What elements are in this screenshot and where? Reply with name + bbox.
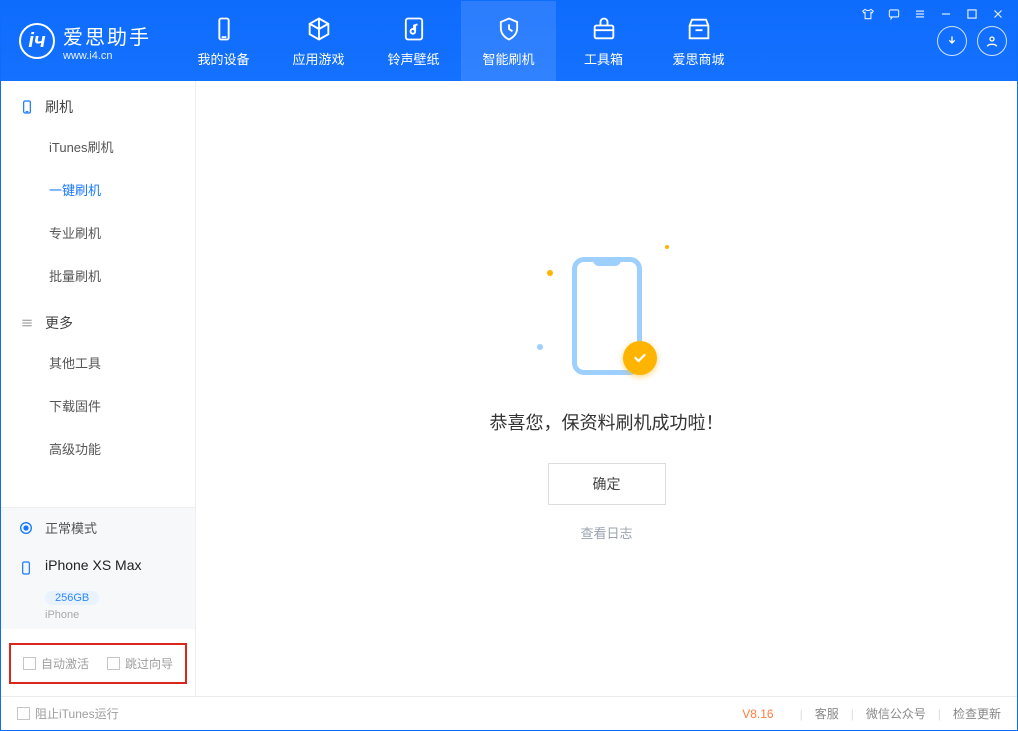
nav-tabs: 我的设备 应用游戏 铃声壁纸 智能刷机	[176, 1, 746, 81]
flash-options-highlight: 自动激活 跳过向导	[9, 643, 187, 684]
store-icon	[685, 15, 713, 43]
nav-tab-flash[interactable]: 智能刷机	[461, 1, 556, 81]
music-icon	[400, 15, 428, 43]
sidebar-item-advanced[interactable]: 高级功能	[1, 427, 195, 470]
sidebar-item-oneclick-flash[interactable]: 一键刷机	[1, 168, 195, 211]
nav-tab-label: 智能刷机	[482, 49, 534, 68]
nav-tab-label: 爱思商城	[672, 49, 724, 68]
app-window: iч 爱思助手 www.i4.cn 我的设备 应用游戏	[0, 0, 1018, 731]
sparkle-icon	[547, 270, 553, 276]
device-type: iPhone	[45, 609, 179, 621]
device-name: iPhone XS Max	[45, 557, 142, 573]
sidebar-item-other-tools[interactable]: 其他工具	[1, 341, 195, 384]
sparkle-icon	[537, 344, 543, 350]
app-body: 刷机 iTunes刷机 一键刷机 专业刷机 批量刷机 更多 其他工具 下载固件 …	[1, 81, 1017, 696]
download-button[interactable]	[937, 26, 967, 56]
sidebar-item-pro-flash[interactable]: 专业刷机	[1, 211, 195, 254]
tshirt-icon[interactable]	[861, 7, 875, 21]
success-message: 恭喜您，保资料刷机成功啦！	[490, 409, 724, 435]
sidebar-item-itunes-flash[interactable]: iTunes刷机	[1, 125, 195, 168]
device-mode-label: 正常模式	[45, 518, 97, 537]
statusbar-link-wechat[interactable]: 微信公众号	[866, 705, 926, 722]
device-mode-row[interactable]: 正常模式	[1, 507, 195, 547]
nav-tab-device[interactable]: 我的设备	[176, 1, 271, 81]
nav-tab-toolbox[interactable]: 工具箱	[556, 1, 651, 81]
device-icon	[210, 15, 238, 43]
nav-tab-label: 工具箱	[584, 49, 623, 68]
sidebar-group-more[interactable]: 更多	[1, 297, 195, 341]
nav-tab-label: 我的设备	[197, 49, 249, 68]
option-label: 跳过向导	[125, 655, 173, 672]
nav-tab-label: 应用游戏	[292, 49, 344, 68]
app-title: 爱思助手	[63, 21, 151, 50]
sidebar-group-label: 刷机	[45, 97, 73, 117]
app-logo: iч 爱思助手 www.i4.cn	[19, 21, 151, 62]
mode-icon	[17, 519, 35, 537]
toolbox-icon	[590, 15, 618, 43]
minimize-button[interactable]	[939, 7, 953, 21]
checkbox-block-itunes[interactable]: 阻止iTunes运行	[17, 705, 119, 722]
statusbar-label: 阻止iTunes运行	[35, 705, 119, 722]
sidebar-item-download-firmware[interactable]: 下载固件	[1, 384, 195, 427]
menu-icon[interactable]	[913, 7, 927, 21]
device-info-row[interactable]: iPhone XS Max	[1, 547, 195, 587]
version-label: V8.16	[742, 707, 773, 721]
sparkle-icon	[665, 245, 669, 249]
view-log-link[interactable]: 查看日志	[580, 523, 632, 542]
feedback-icon[interactable]	[887, 7, 901, 21]
check-badge-icon	[623, 341, 657, 375]
device-storage-badge: 256GB	[45, 591, 99, 605]
shield-icon	[495, 15, 523, 43]
success-illustration	[537, 235, 677, 385]
sidebar: 刷机 iTunes刷机 一键刷机 专业刷机 批量刷机 更多 其他工具 下载固件 …	[1, 81, 196, 696]
sidebar-group-label: 更多	[45, 313, 73, 333]
cube-icon	[305, 15, 333, 43]
phone-icon	[17, 559, 35, 577]
sidebar-item-batch-flash[interactable]: 批量刷机	[1, 254, 195, 297]
ok-button[interactable]: 确定	[548, 463, 666, 505]
nav-tab-media[interactable]: 铃声壁纸	[366, 1, 461, 81]
account-button[interactable]	[977, 26, 1007, 56]
window-controls	[861, 7, 1005, 21]
statusbar-link-support[interactable]: 客服	[815, 705, 839, 722]
main-content: 恭喜您，保资料刷机成功啦！ 确定 查看日志	[196, 81, 1017, 696]
nav-tab-store[interactable]: 爱思商城	[651, 1, 746, 81]
logo-icon: iч	[19, 23, 55, 59]
app-subtitle: www.i4.cn	[63, 50, 151, 62]
nav-tab-label: 铃声壁纸	[387, 49, 439, 68]
statusbar: 阻止iTunes运行 V8.16 | 客服 | 微信公众号 | 检查更新	[1, 696, 1017, 730]
more-icon	[19, 315, 35, 331]
phone-icon	[19, 99, 35, 115]
option-label: 自动激活	[41, 655, 89, 672]
close-button[interactable]	[991, 7, 1005, 21]
nav-tab-apps[interactable]: 应用游戏	[271, 1, 366, 81]
checkbox-icon	[17, 707, 30, 720]
maximize-button[interactable]	[965, 7, 979, 21]
checkbox-icon	[107, 657, 120, 670]
sidebar-group-flash[interactable]: 刷机	[1, 81, 195, 125]
title-actions	[937, 26, 1007, 56]
checkbox-icon	[23, 657, 36, 670]
checkbox-auto-activate[interactable]: 自动激活	[23, 655, 89, 672]
titlebar: iч 爱思助手 www.i4.cn 我的设备 应用游戏	[1, 1, 1017, 81]
statusbar-link-update[interactable]: 检查更新	[953, 705, 1001, 722]
checkbox-skip-guide[interactable]: 跳过向导	[107, 655, 173, 672]
